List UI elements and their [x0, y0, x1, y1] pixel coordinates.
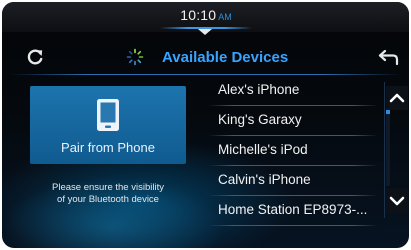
- bluetooth-screen: 10:10 AM Available Devices Pair from Pho…: [2, 2, 409, 248]
- chevron-up-icon: [389, 93, 405, 103]
- loading-spinner-icon: [126, 48, 144, 66]
- device-item[interactable]: Calvin's iPhone: [208, 166, 378, 196]
- smartphone-icon: [97, 99, 119, 131]
- clock-ampm: AM: [218, 12, 232, 22]
- page-title: Available Devices: [162, 49, 289, 66]
- device-item[interactable]: King's Garaxy: [208, 106, 378, 136]
- visibility-note: Please ensure the visibility of your Blu…: [30, 182, 186, 206]
- list-divider: [384, 82, 385, 218]
- chevron-down-icon: [389, 196, 405, 206]
- back-arrow-icon[interactable]: [378, 48, 400, 66]
- header-divider: [10, 74, 401, 75]
- device-label: King's Garaxy: [218, 112, 302, 127]
- status-bar: 10:10 AM: [2, 2, 409, 35]
- device-label: Alex's iPhone: [218, 82, 300, 97]
- device-list: Alex's iPhone King's Garaxy Michelle's i…: [208, 76, 378, 226]
- clock-time: 10:10: [180, 7, 217, 23]
- clock[interactable]: 10:10 AM: [152, 2, 260, 35]
- device-separator: [208, 225, 378, 226]
- header: Available Devices: [2, 42, 409, 72]
- dropdown-notch-icon: [198, 29, 212, 35]
- scrollbar-track[interactable]: [386, 112, 390, 186]
- scroll-down-button[interactable]: [386, 188, 408, 214]
- device-label: Calvin's iPhone: [218, 172, 311, 187]
- scroll-up-button[interactable]: [386, 86, 408, 110]
- device-item[interactable]: Alex's iPhone: [208, 76, 378, 106]
- device-item[interactable]: Home Station EP8973-...: [208, 196, 378, 226]
- pair-button-label: Pair from Phone: [61, 140, 155, 155]
- pair-from-phone-button[interactable]: Pair from Phone: [30, 86, 186, 164]
- device-item[interactable]: Michelle's iPod: [208, 136, 378, 166]
- visibility-note-line1: Please ensure the visibility: [52, 182, 164, 193]
- device-label: Michelle's iPod: [218, 142, 308, 157]
- device-label: Home Station EP8973-...: [218, 202, 368, 217]
- refresh-icon[interactable]: [26, 48, 44, 66]
- visibility-note-line2: of your Bluetooth device: [57, 194, 159, 205]
